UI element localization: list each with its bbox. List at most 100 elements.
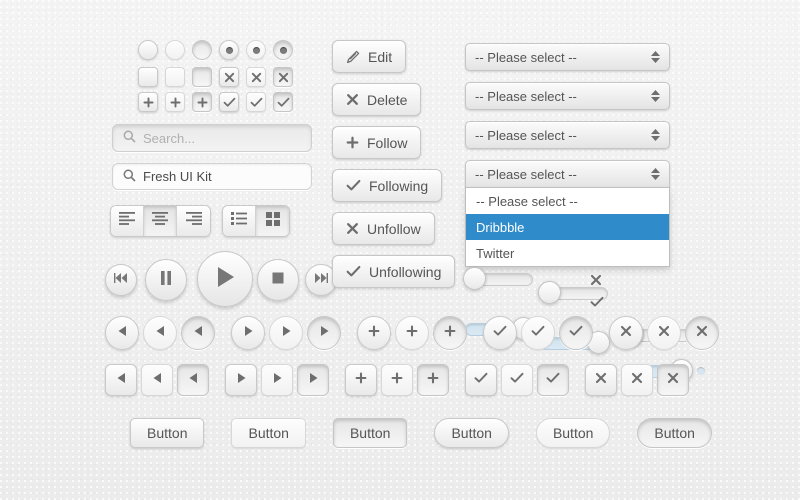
checkbox-flat-cross[interactable] (246, 67, 266, 87)
check-icon (510, 371, 524, 389)
dropdown-option[interactable]: -- Please select -- (466, 188, 669, 214)
select-1[interactable]: -- Please select -- (465, 43, 670, 71)
cross-group-inset-circle[interactable] (685, 316, 719, 350)
radio-dot (252, 46, 260, 54)
align-right-icon (185, 212, 202, 230)
checkbox-inset-cross[interactable] (273, 67, 293, 87)
radio-dot (279, 46, 287, 54)
select-3[interactable]: -- Please select -- (465, 121, 670, 149)
align-right-button[interactable] (177, 206, 210, 236)
play-button[interactable] (197, 251, 253, 307)
arrow-right-group-raised-square[interactable] (225, 364, 257, 396)
button-rect-pressed[interactable]: Button (332, 418, 408, 448)
check-icon (277, 97, 290, 108)
edit-button[interactable]: Edit (332, 40, 407, 73)
check-group-raised-square[interactable] (465, 364, 497, 396)
arrow-left-group-flat-circle[interactable] (143, 316, 177, 350)
dropdown-option[interactable]: Dribbble (466, 214, 669, 240)
radio-raised-on[interactable] (219, 40, 239, 60)
icon-button-row (105, 316, 719, 350)
plus-group-flat-circle[interactable] (395, 316, 429, 350)
stop-button[interactable] (257, 259, 299, 301)
checkbox-raised-check[interactable] (219, 92, 239, 112)
button-rect-flat[interactable]: Button (231, 418, 306, 448)
checkbox-inset-check[interactable] (273, 92, 293, 112)
check-icon (569, 324, 583, 342)
checkbox-raised-empty[interactable] (138, 67, 158, 87)
select-2[interactable]: -- Please select -- (465, 82, 670, 110)
check-group-raised-circle[interactable] (483, 316, 517, 350)
view-mode-button-group (222, 205, 290, 237)
arrow-right-group-inset-circle[interactable] (307, 316, 341, 350)
check-group-inset-circle[interactable] (559, 316, 593, 350)
arrow-right-icon (236, 371, 247, 389)
arrow-left-group-flat-square[interactable] (141, 364, 173, 396)
slider-knob[interactable] (538, 281, 561, 304)
list-view-button[interactable] (223, 206, 256, 236)
radio-flat-off[interactable] (165, 40, 185, 60)
button-pill-flat[interactable]: Button (535, 418, 611, 448)
button-pill-pressed[interactable]: Button (637, 418, 712, 448)
checkbox-flat-plus[interactable] (165, 92, 185, 112)
arrow-left-group-inset-circle[interactable] (181, 316, 215, 350)
arrow-left-group-raised-circle[interactable] (105, 316, 139, 350)
arrow-right-icon (319, 324, 330, 342)
checkbox-inset-plus[interactable] (192, 92, 212, 112)
check-group-flat-circle[interactable] (521, 316, 555, 350)
cross-group-inset-square[interactable] (657, 364, 689, 396)
checkbox-flat-empty[interactable] (165, 67, 185, 87)
arrow-left-group-inset-square[interactable] (177, 364, 209, 396)
cross-group-flat-circle[interactable] (647, 316, 681, 350)
following-button[interactable]: Following (332, 169, 443, 202)
cross-group-flat-square[interactable] (621, 364, 653, 396)
toggle-off-1[interactable] (463, 267, 533, 290)
arrow-right-group-raised-circle[interactable] (231, 316, 265, 350)
cross-icon (278, 72, 289, 83)
dropdown-option[interactable]: Twitter (466, 240, 669, 266)
rewind-button[interactable] (105, 264, 137, 296)
plus-group-raised-circle[interactable] (357, 316, 391, 350)
pause-button[interactable] (145, 259, 187, 301)
grid-view-button[interactable] (256, 206, 289, 236)
unfollowing-button[interactable]: Unfollowing (332, 255, 456, 288)
checkbox-raised-plus[interactable] (138, 92, 158, 112)
arrow-right-group-flat-square[interactable] (261, 364, 293, 396)
checkbox-flat-check[interactable] (246, 92, 266, 112)
checkbox-inset-empty[interactable] (192, 67, 212, 87)
search-input-filled[interactable]: Fresh UI Kit (112, 163, 312, 190)
plus-group-inset-circle[interactable] (433, 316, 467, 350)
button-pill-raised[interactable]: Button (434, 418, 509, 448)
slider-knob[interactable] (463, 267, 486, 290)
cross-group-raised-square[interactable] (585, 364, 617, 396)
select-4[interactable]: -- Please select -- (465, 160, 670, 188)
arrow-right-group-flat-circle[interactable] (269, 316, 303, 350)
checkbox-raised-cross[interactable] (219, 67, 239, 87)
check-group-flat-square[interactable] (501, 364, 533, 396)
unfollow-button[interactable]: Unfollow (332, 212, 435, 245)
radio-inset-on[interactable] (273, 40, 293, 60)
align-left-button[interactable] (111, 206, 144, 236)
check-group-inset-square[interactable] (537, 364, 569, 396)
cross-group-raised-circle[interactable] (609, 316, 643, 350)
radio-dot (225, 46, 233, 54)
plus-group-raised-square[interactable] (345, 364, 377, 396)
button-rect-pressed-label: Button (349, 425, 391, 441)
button-pill-raised-label: Button (451, 425, 492, 441)
arrow-left-icon (152, 371, 163, 389)
radio-flat-on[interactable] (246, 40, 266, 60)
radio-raised-off[interactable] (138, 40, 158, 60)
ui-kit-canvas: Search... Fresh UI Kit Edit Delete Follo… (0, 0, 800, 500)
arrow-left-group-raised-square[interactable] (105, 364, 137, 396)
follow-button[interactable]: Follow (332, 126, 422, 159)
plus-group-inset-square[interactable] (417, 364, 449, 396)
arrow-right-group-inset-square[interactable] (297, 364, 329, 396)
radio-group (138, 40, 293, 60)
button-rect-raised[interactable]: Button (130, 418, 205, 448)
plus-group-flat-square[interactable] (381, 364, 413, 396)
delete-button[interactable]: Delete (332, 83, 422, 116)
search-input[interactable]: Search... (112, 124, 312, 152)
align-center-button[interactable] (144, 206, 177, 236)
radio-inset-off[interactable] (192, 40, 212, 60)
